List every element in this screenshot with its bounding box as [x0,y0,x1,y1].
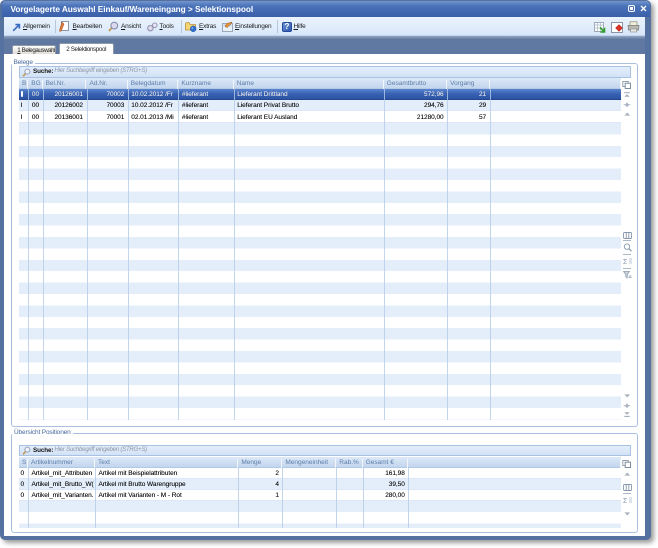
svg-text:Σ: Σ [623,498,628,504]
svg-text:Σ: Σ [623,259,628,265]
